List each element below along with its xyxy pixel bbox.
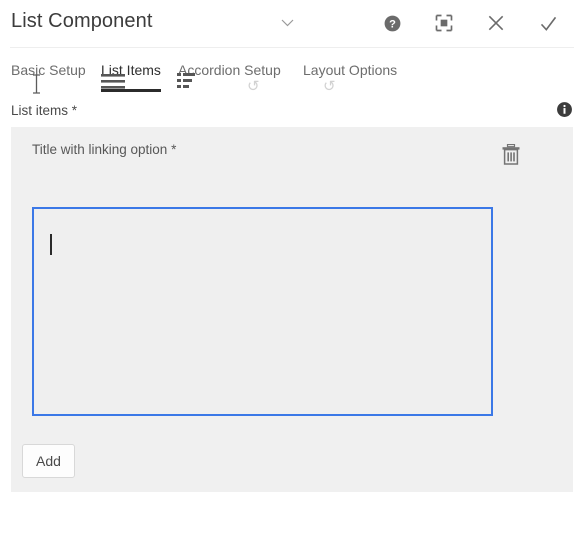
header-actions: ? [380,11,560,35]
list-items-panel: Title with linking option * Add [11,127,573,492]
header-divider [10,47,574,48]
help-icon[interactable]: ? [380,11,404,35]
trash-icon[interactable] [501,143,521,166]
tab-basic-setup[interactable]: Basic Setup [11,62,86,92]
tab-basic-setup-label: Basic Setup [11,62,86,78]
confirm-icon[interactable] [536,11,560,35]
list-items-label: List items * [11,103,78,118]
page-title: List Component [11,10,153,32]
item-title-editor[interactable] [32,207,493,416]
tab-list-items-label: List Items [101,62,161,78]
tab-accordion-setup[interactable]: Accordion Setup [178,62,281,92]
tab-list-items[interactable]: List Items [101,62,161,92]
tab-layout-options[interactable]: Layout Options [303,62,397,92]
svg-text:?: ? [389,18,396,30]
add-button[interactable]: Add [22,444,75,478]
chevron-down-icon[interactable] [281,14,294,32]
tab-accordion-setup-label: Accordion Setup [178,62,281,78]
close-icon[interactable] [484,11,508,35]
info-icon[interactable] [556,101,573,118]
tab-bar: Basic Setup List Items Accordion Setup L… [0,62,584,102]
text-caret [50,234,52,255]
tab-layout-options-label: Layout Options [303,62,398,78]
item-title-label: Title with linking option * [32,142,177,157]
fullscreen-icon[interactable] [432,11,456,35]
list-item: Title with linking option * [11,127,573,437]
field-label-row: List items * [0,101,584,123]
active-tab-indicator [101,89,161,92]
